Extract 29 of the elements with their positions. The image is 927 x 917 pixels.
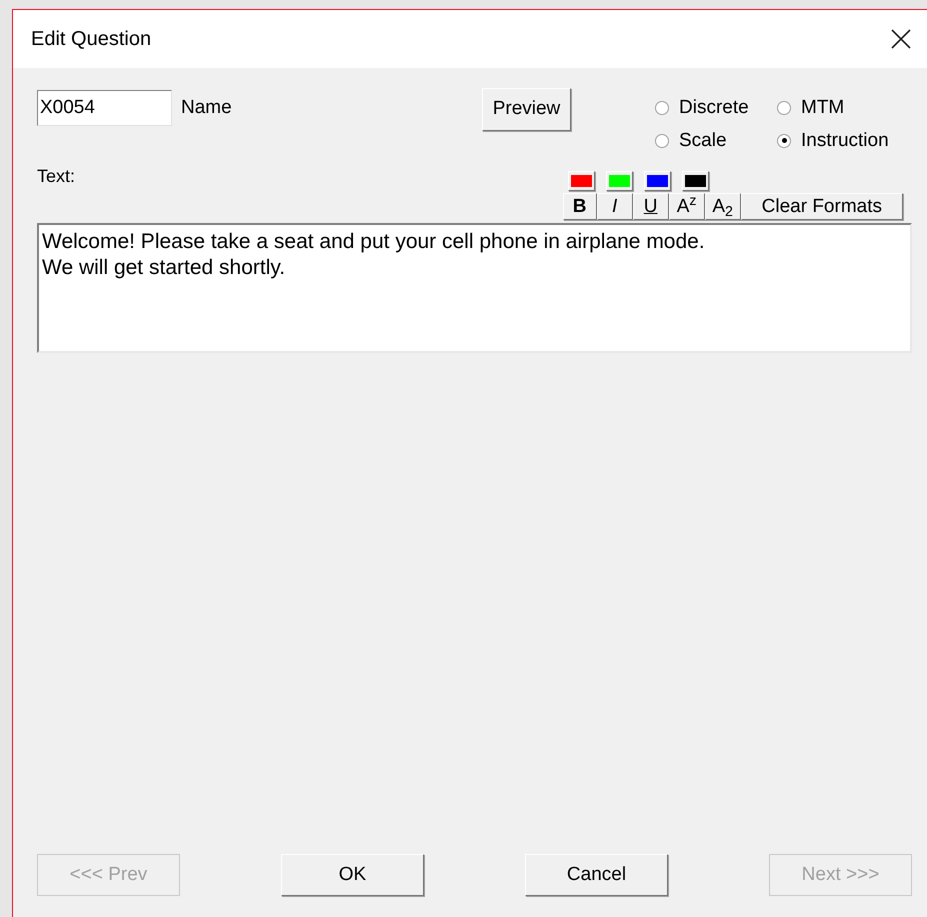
close-icon (890, 28, 912, 50)
radio-button[interactable] (777, 134, 791, 148)
radio-button[interactable] (777, 101, 791, 116)
format-button[interactable]: U (632, 193, 669, 220)
text-line: We will get started shortly. (42, 255, 286, 281)
name-field[interactable]: X0054 (37, 90, 172, 126)
color-swatch[interactable] (644, 171, 671, 191)
radio-button[interactable] (655, 101, 669, 116)
text-label: Text: (37, 165, 76, 188)
format-button[interactable]: A$^{z}$ (668, 193, 705, 220)
radio-label: Discrete (679, 96, 749, 120)
name-label: Name (181, 96, 232, 120)
radio-button[interactable] (655, 134, 669, 148)
dialog-button[interactable]: OK (281, 854, 424, 896)
window-title: Edit Question (31, 27, 152, 52)
color-swatch[interactable] (606, 171, 633, 191)
format-button[interactable]: B (562, 193, 597, 220)
color-swatch[interactable] (568, 171, 595, 191)
format-button[interactable]: Clear Formats (740, 193, 903, 220)
preview-button[interactable]: Preview (482, 88, 571, 131)
text-area[interactable]: Welcome! Please take a seat and put your cell phone in airplane mode. We will get started shortly. (37, 223, 912, 353)
dialog-button[interactable]: Cancel (525, 854, 668, 896)
radio-label: MTM (801, 96, 844, 120)
format-button[interactable]: I (596, 193, 633, 220)
color-swatch[interactable] (682, 171, 709, 191)
radio-label: Scale (679, 128, 727, 152)
format-button[interactable]: A$_{2}$ (704, 193, 741, 220)
text-line: Welcome! Please take a seat and put your cell phone in airplane mode. (42, 229, 706, 255)
radio-label: Instruction (801, 128, 889, 152)
